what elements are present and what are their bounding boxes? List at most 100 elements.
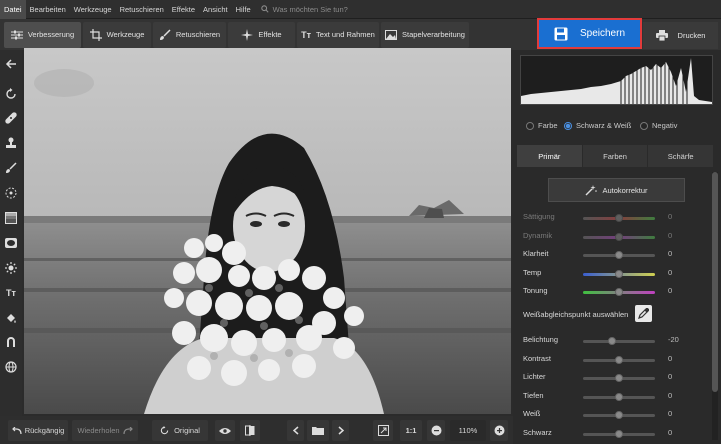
mode-negativ[interactable]: Negativ bbox=[640, 121, 677, 130]
slider-knob[interactable] bbox=[615, 374, 623, 382]
search-icon bbox=[260, 5, 269, 13]
mode-label: Farbe bbox=[538, 121, 558, 130]
mode-farbe[interactable]: Farbe bbox=[526, 121, 558, 130]
slider-belichtung[interactable]: Belichtung -20 bbox=[523, 335, 679, 347]
stamp-icon[interactable] bbox=[3, 135, 19, 151]
slider-track[interactable] bbox=[583, 374, 655, 382]
save-button[interactable]: Speichern bbox=[537, 18, 642, 49]
zoom-out-button[interactable] bbox=[427, 420, 445, 441]
slider-track[interactable] bbox=[583, 355, 655, 364]
tab-schaerfe[interactable]: Schärfe bbox=[648, 145, 714, 167]
eyedropper-button[interactable] bbox=[635, 305, 652, 322]
tab-text-und-rahmen[interactable]: Tт Text und Rahmen bbox=[297, 21, 379, 48]
slider-value: 0 bbox=[668, 286, 673, 295]
redo-button[interactable]: Wiederholen bbox=[72, 420, 138, 441]
zoom-level[interactable]: 110% bbox=[450, 420, 486, 441]
original-button[interactable]: Original bbox=[152, 420, 208, 441]
mode-schwarz-weiss[interactable]: Schwarz & Weiß bbox=[564, 121, 631, 130]
slider-weiß[interactable]: Weiß 0 bbox=[523, 409, 678, 421]
actual-size-button[interactable]: 1:1 bbox=[400, 420, 422, 441]
mode-label: Negativ bbox=[652, 121, 678, 130]
slider-knob[interactable] bbox=[615, 355, 623, 364]
floppy-icon bbox=[554, 27, 568, 40]
prev-image-button[interactable] bbox=[287, 420, 304, 441]
slider-value: 0 bbox=[668, 249, 673, 258]
slider-value: 0 bbox=[668, 267, 673, 277]
tab-verbesserung[interactable]: Verbesserung bbox=[4, 21, 81, 48]
slider-knob[interactable] bbox=[615, 251, 623, 259]
tab-primaer[interactable]: Primär bbox=[517, 145, 582, 167]
tab-farben[interactable]: Farben bbox=[582, 145, 648, 167]
menu-effekte[interactable]: Effekte bbox=[168, 0, 199, 19]
slider-track[interactable] bbox=[583, 411, 655, 419]
chevron-right-icon bbox=[338, 426, 344, 435]
menu-ansicht[interactable]: Ansicht bbox=[199, 0, 232, 19]
slider-knob[interactable] bbox=[615, 269, 623, 278]
menu-retuschieren[interactable]: Retuschieren bbox=[116, 0, 168, 19]
tab-retuschieren[interactable]: Retuschieren bbox=[153, 21, 226, 48]
text-icon[interactable]: Tт bbox=[3, 285, 19, 301]
chevron-left-icon bbox=[292, 426, 298, 435]
vignette-icon[interactable] bbox=[3, 235, 19, 251]
tab-effekte[interactable]: Effekte bbox=[228, 21, 295, 48]
photo-canvas[interactable] bbox=[24, 48, 511, 414]
slider-track[interactable] bbox=[583, 429, 655, 438]
back-arrow-icon[interactable] bbox=[3, 56, 19, 72]
slider-klarheit[interactable]: Klarheit 0 bbox=[523, 249, 678, 261]
healing-icon[interactable] bbox=[3, 110, 19, 126]
redo-label: Wiederholen bbox=[77, 426, 120, 435]
tab-werkzeuge[interactable]: Werkzeuge bbox=[83, 21, 151, 48]
brush-icon[interactable] bbox=[3, 160, 19, 176]
slider-knob[interactable] bbox=[615, 392, 623, 401]
slider-track[interactable] bbox=[583, 251, 655, 259]
menu-datei[interactable]: Datei bbox=[0, 0, 26, 19]
scrollbar-thumb[interactable] bbox=[712, 172, 718, 392]
tab-stapelverarbeitung[interactable]: Stapelverarbeitung bbox=[381, 21, 469, 48]
next-image-button[interactable] bbox=[332, 420, 349, 441]
magnet-icon[interactable] bbox=[3, 334, 19, 350]
slider-knob[interactable] bbox=[607, 337, 616, 345]
fill-icon[interactable] bbox=[3, 310, 19, 326]
slider-track[interactable] bbox=[583, 392, 655, 401]
eye-icon[interactable] bbox=[215, 420, 235, 441]
search-box[interactable]: Was möchten Sie tun? bbox=[260, 5, 348, 14]
menu-hilfe[interactable]: Hilfe bbox=[232, 0, 255, 19]
globe-icon[interactable] bbox=[3, 359, 19, 375]
bottom-bar: Rückgängig Wiederholen Original 1:1 110% bbox=[0, 416, 513, 444]
fit-screen-button[interactable] bbox=[373, 420, 393, 441]
slider-knob[interactable] bbox=[615, 411, 623, 419]
radio-icon bbox=[564, 121, 572, 130]
slider-value: 0 bbox=[668, 230, 673, 240]
target-icon[interactable] bbox=[3, 185, 19, 201]
slider-track[interactable] bbox=[583, 288, 655, 296]
print-button[interactable]: Drucken bbox=[643, 22, 718, 49]
tab-label: Stapelverarbeitung bbox=[402, 30, 465, 39]
slider-knob bbox=[615, 232, 623, 241]
slider-label: Weiß bbox=[523, 409, 541, 418]
slider-track[interactable] bbox=[583, 269, 655, 278]
photo-image bbox=[24, 48, 511, 414]
slider-label: Kontrast bbox=[523, 353, 551, 363]
open-folder-button[interactable] bbox=[307, 420, 329, 441]
slider-track[interactable] bbox=[583, 337, 655, 345]
slider-kontrast[interactable]: Kontrast 0 bbox=[523, 354, 678, 366]
autocorrect-button[interactable]: Autokorrektur bbox=[548, 178, 685, 202]
slider-label: Sättigung bbox=[523, 212, 555, 221]
compare-icon[interactable] bbox=[240, 420, 260, 441]
slider-temp[interactable]: Temp 0 bbox=[523, 268, 678, 280]
reset-icon bbox=[160, 426, 169, 435]
slider-tonung[interactable]: Tonung 0 bbox=[523, 286, 678, 298]
rotate-icon[interactable] bbox=[3, 86, 19, 102]
menu-werkzeuge[interactable]: Werkzeuge bbox=[70, 0, 116, 19]
menu-bearbeiten[interactable]: Bearbeiten bbox=[26, 0, 70, 19]
sun-icon[interactable] bbox=[3, 260, 19, 276]
zoom-in-button[interactable] bbox=[490, 420, 508, 441]
undo-button[interactable]: Rückgängig bbox=[8, 420, 68, 441]
slider-schwarz[interactable]: Schwarz 0 bbox=[523, 428, 678, 440]
slider-lichter[interactable]: Lichter 0 bbox=[523, 372, 678, 384]
gradient-icon[interactable] bbox=[3, 210, 19, 226]
slider-knob[interactable] bbox=[615, 429, 623, 438]
slider-value: 0 bbox=[668, 409, 673, 418]
slider-knob[interactable] bbox=[615, 288, 623, 296]
slider-tiefen[interactable]: Tiefen 0 bbox=[523, 391, 678, 403]
